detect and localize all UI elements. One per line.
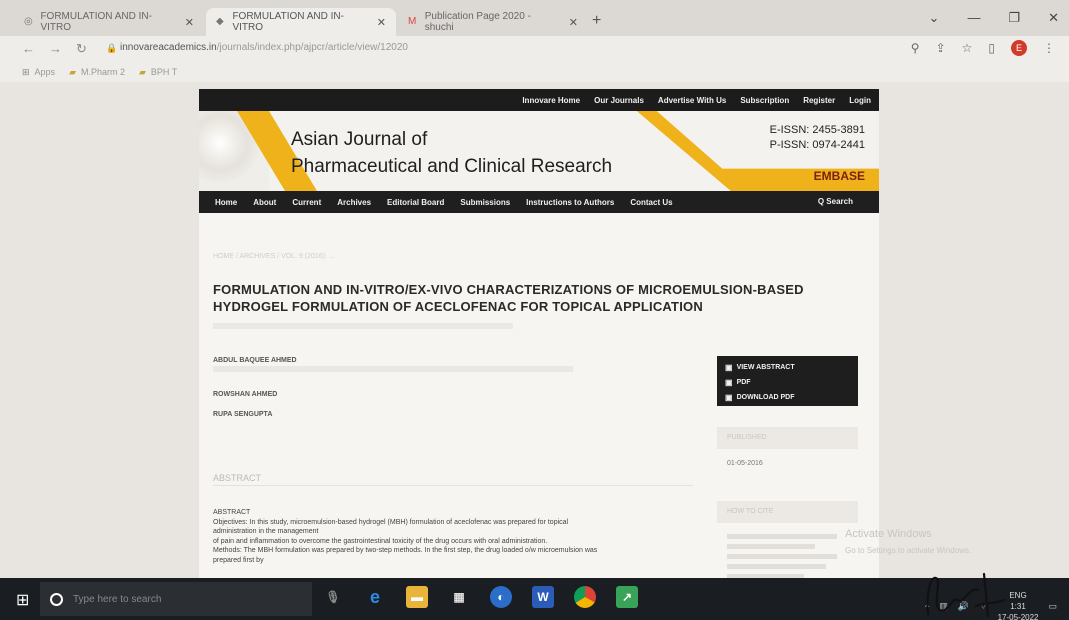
top-navigation: Innovare Home Our Journals Advertise Wit…: [199, 89, 879, 111]
microphone-icon[interactable]: 🎙: [322, 586, 344, 608]
taskbar-search[interactable]: Type here to search: [40, 582, 312, 616]
activation-watermark-text: Go to Settings to activate Windows.: [845, 546, 972, 555]
published-date: 01-05-2016: [727, 460, 763, 467]
tab-search-icon[interactable]: ⌄: [929, 10, 940, 26]
search-link[interactable]: Q Search: [818, 197, 853, 206]
nav-submissions[interactable]: Submissions: [460, 198, 510, 207]
abstract-heading: ABSTRACT: [213, 473, 262, 483]
nav-our-journals[interactable]: Our Journals: [594, 96, 644, 105]
handwritten-signature: [926, 572, 1006, 618]
author-name: ABDUL BAQUEE AHMED: [213, 357, 297, 364]
bookmark-star-icon[interactable]: ☆: [962, 41, 973, 55]
browser-tab-bar: ◎ FORMULATION AND IN-VITRO ✕ ◆ FORMULATI…: [0, 0, 1069, 36]
word-icon[interactable]: W: [532, 586, 554, 608]
main-navigation: Home About Current Archives Editorial Bo…: [199, 191, 879, 213]
download-pdf-link[interactable]: ▣ DOWNLOAD PDF: [725, 390, 850, 405]
edge-icon[interactable]: e: [364, 586, 386, 608]
tab-3[interactable]: M Publication Page 2020 - shuchi ✕: [398, 8, 588, 36]
bookmark-bph[interactable]: ▰ BPH T: [139, 67, 177, 78]
nav-register[interactable]: Register: [803, 96, 835, 105]
view-abstract-link[interactable]: ▣ VIEW ABSTRACT: [725, 360, 850, 375]
bookmarks-bar: ⊞ Apps ▰ M.Pharm 2 ▰ BPH T: [0, 62, 1069, 82]
globe-icon: ◎: [24, 16, 33, 27]
share-icon[interactable]: ⇪: [936, 41, 946, 55]
nav-editorial-board[interactable]: Editorial Board: [387, 198, 444, 207]
address-bar: ← → ↻ 🔒 innovareacademics.in/journals/in…: [0, 36, 1069, 62]
bookmark-apps[interactable]: ⊞ Apps: [22, 67, 55, 78]
title-underline: [213, 323, 513, 329]
close-icon[interactable]: ✕: [185, 16, 194, 29]
side-panel-icon[interactable]: ▯: [988, 41, 995, 55]
windows-taskbar: ⊞ Type here to search 🎙 e ▬ ▦ ◐ W ↗ ^ ▥ …: [0, 578, 1069, 620]
close-icon[interactable]: ✕: [569, 16, 578, 29]
pdf-link[interactable]: ▣ PDF: [725, 375, 850, 390]
minimize-button[interactable]: —: [967, 10, 980, 26]
author-name: ROWSHAN AHMED: [213, 391, 278, 398]
journal-title-line1[interactable]: Asian Journal of: [291, 129, 427, 151]
zoom-icon[interactable]: ⚲: [911, 41, 920, 55]
breadcrumb[interactable]: HOME / ARCHIVES / VOL. 9 (2016): ...: [213, 253, 335, 260]
bookmark-mpharm[interactable]: ▰ M.Pharm 2: [69, 67, 125, 78]
nav-about[interactable]: About: [253, 198, 276, 207]
notifications-icon[interactable]: ▭: [1048, 601, 1057, 612]
divider: [213, 485, 693, 486]
nav-login[interactable]: Login: [849, 96, 871, 105]
citation-text: [727, 534, 837, 584]
embase-badge: EMBASE: [813, 169, 865, 183]
maximize-button[interactable]: ❐: [1008, 10, 1020, 26]
reload-icon[interactable]: ↻: [76, 41, 87, 57]
tab-2[interactable]: ◆ FORMULATION AND IN-VITRO ✕: [206, 8, 396, 36]
folder-icon: ▰: [69, 66, 76, 77]
nav-home[interactable]: Home: [215, 198, 237, 207]
issn-block: E-ISSN: 2455-3891 P-ISSN: 0974-2441: [769, 124, 865, 151]
app-icon[interactable]: ↗: [616, 586, 638, 608]
article-title: FORMULATION AND IN-VITRO/EX-VIVO CHARACT…: [213, 282, 804, 314]
nav-advertise[interactable]: Advertise With Us: [658, 96, 726, 105]
nav-contact[interactable]: Contact Us: [630, 198, 672, 207]
nav-innovare-home[interactable]: Innovare Home: [522, 96, 580, 105]
chrome-icon[interactable]: [574, 586, 596, 608]
folder-icon: ▰: [139, 66, 146, 77]
lock-icon[interactable]: 🔒: [106, 43, 117, 54]
menu-icon[interactable]: ⋮: [1043, 41, 1055, 55]
back-icon[interactable]: ←: [22, 41, 35, 57]
abstract-body: ABSTRACT Objectives: In this study, micr…: [213, 509, 598, 564]
article-actions: ▣ VIEW ABSTRACT ▣ PDF ▣ DOWNLOAD PDF: [717, 356, 858, 406]
nav-subscription[interactable]: Subscription: [740, 96, 789, 105]
journal-favicon-icon: ◆: [216, 16, 224, 27]
profile-avatar[interactable]: E: [1011, 40, 1027, 56]
pdf-icon: ▣: [725, 378, 733, 387]
published-heading: PUBLISHED: [717, 427, 858, 449]
gmail-icon: M: [408, 16, 417, 27]
window-controls: ⌄ — ❐ ✕: [929, 10, 1069, 26]
new-tab-button[interactable]: +: [592, 12, 601, 30]
journal-page: Innovare Home Our Journals Advertise Wit…: [199, 89, 879, 579]
close-icon[interactable]: ✕: [377, 16, 386, 29]
journal-banner: Asian Journal of Pharmaceutical and Clin…: [199, 111, 879, 191]
journal-title-line2[interactable]: Pharmaceutical and Clinical Research: [291, 156, 612, 178]
nav-current[interactable]: Current: [292, 198, 321, 207]
page-viewport: Innovare Home Our Journals Advertise Wit…: [0, 82, 1069, 579]
author-affiliation: [213, 366, 573, 372]
nav-archives[interactable]: Archives: [337, 198, 371, 207]
tab-1[interactable]: ◎ FORMULATION AND IN-VITRO ✕: [14, 8, 204, 36]
windows-start-icon[interactable]: ⊞: [16, 590, 29, 610]
url-field[interactable]: innovareacademics.in/journals/index.php/…: [120, 42, 408, 53]
store-icon[interactable]: ▦: [448, 586, 470, 608]
cite-heading: HOW TO CITE: [717, 501, 858, 523]
browser-icon[interactable]: ◐: [490, 586, 512, 608]
activation-watermark-title: Activate Windows: [845, 528, 932, 540]
author-name: RUPA SENGUPTA: [213, 411, 273, 418]
nav-instructions[interactable]: Instructions to Authors: [526, 198, 614, 207]
download-icon: ▣: [725, 393, 733, 402]
apps-grid-icon: ⊞: [22, 66, 30, 77]
cortana-icon: [50, 592, 63, 606]
document-icon: ▣: [725, 363, 733, 372]
close-window-button[interactable]: ✕: [1048, 10, 1059, 26]
file-explorer-icon[interactable]: ▬: [406, 586, 428, 608]
forward-icon[interactable]: →: [49, 41, 62, 57]
